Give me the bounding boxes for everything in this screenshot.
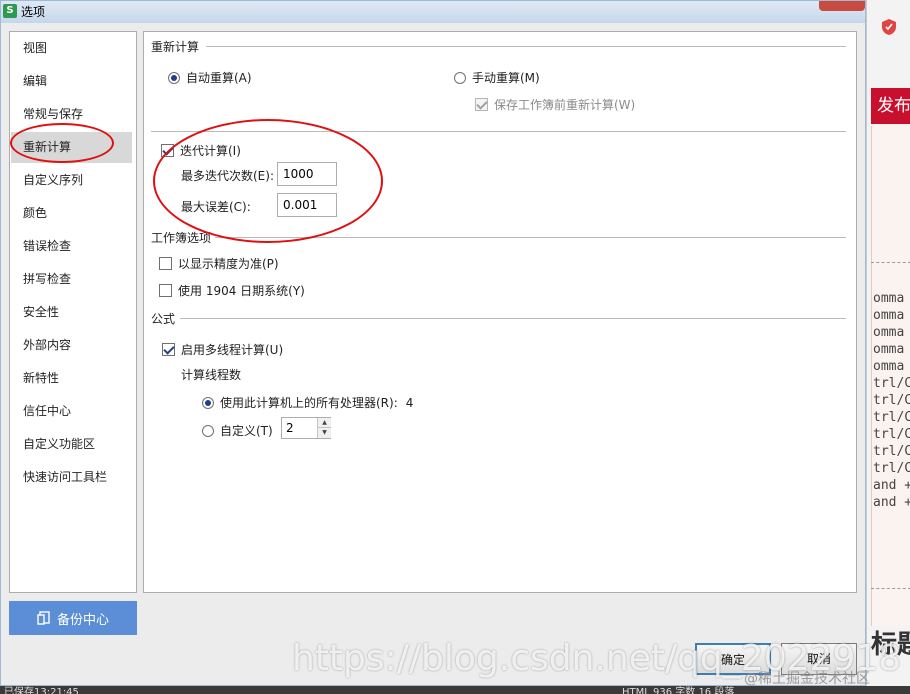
cancel-button[interactable]: 取消 (781, 643, 857, 675)
spin-up-icon[interactable]: ▲ (317, 418, 331, 428)
code-line: omma (873, 325, 905, 340)
backup-icon (37, 611, 50, 625)
options-sidebar: 视图 编辑 常规与保存 重新计算 自定义序列 颜色 错误检查 拼写检查 安全性 … (9, 31, 137, 593)
precision-as-displayed-checkbox[interactable] (159, 257, 172, 270)
backup-center-label: 备份中心 (56, 612, 109, 628)
sidebar-item-error-check[interactable]: 错误检查 (11, 231, 132, 262)
divider (206, 46, 846, 47)
publish-button[interactable]: 发布 (871, 88, 910, 124)
dialog-title: 选项 (21, 5, 46, 19)
precision-as-displayed-label: 以显示精度为准(P) (178, 257, 279, 271)
sidebar-item-spell-check[interactable]: 拼写检查 (11, 264, 132, 295)
divider (871, 262, 910, 263)
sidebar-item-security[interactable]: 安全性 (11, 297, 132, 328)
save-before-recalc-checkbox (475, 98, 488, 111)
code-lines: omma omma omma omma omma trl/Co trl/Co t… (873, 290, 910, 511)
app-logo: S (3, 4, 17, 18)
word-count: HTML 936 字数 16 段落 (622, 687, 735, 694)
manual-recalc-option[interactable]: 手动重算(M) (454, 69, 540, 86)
sidebar-item-edit[interactable]: 编辑 (11, 66, 132, 97)
code-line: omma (873, 359, 905, 374)
divider (214, 237, 846, 238)
date-1904-label: 使用 1904 日期系统(Y) (178, 284, 305, 298)
max-change-input[interactable] (277, 193, 337, 217)
processor-count: 4 (405, 395, 414, 410)
custom-threads-input[interactable] (282, 418, 316, 438)
spin-down-icon[interactable]: ▼ (317, 428, 331, 438)
code-line: omma (873, 308, 905, 323)
divider (180, 318, 846, 319)
background-app: 发布 omma omma omma omma omma trl/Co trl/C… (866, 0, 910, 694)
save-status: 已保存13:21:45 (4, 687, 79, 694)
workbook-section-title: 工作簿选项 (151, 229, 216, 246)
code-line: and + (873, 495, 910, 510)
manual-recalc-radio[interactable] (454, 71, 466, 84)
sidebar-item-new-features[interactable]: 新特性 (11, 363, 132, 394)
sidebar-item-general[interactable]: 常规与保存 (11, 99, 132, 130)
shield-icon (882, 19, 896, 35)
custom-threads-radio[interactable] (202, 424, 214, 437)
iterative-calc-checkbox[interactable] (161, 144, 174, 157)
sidebar-item-trust-center[interactable]: 信任中心 (11, 396, 132, 427)
custom-threads-label: 自定义(T) (220, 424, 273, 438)
close-button[interactable] (819, 1, 865, 11)
auto-recalc-option[interactable]: 自动重算(A) (168, 69, 252, 86)
date-1904-option[interactable]: 使用 1904 日期系统(Y) (159, 282, 305, 299)
divider (151, 131, 846, 132)
sidebar-item-custom-lists[interactable]: 自定义序列 (11, 165, 132, 196)
sidebar-item-color[interactable]: 颜色 (11, 198, 132, 229)
custom-threads-option[interactable]: 自定义(T) (202, 422, 273, 439)
status-bar: 已保存13:21:45 HTML 936 字数 16 段落 (0, 686, 910, 694)
code-line: trl/Co (873, 461, 910, 476)
iterative-calc-option[interactable]: 迭代计算(I) (161, 142, 241, 159)
code-line: omma (873, 291, 905, 306)
multithread-label: 启用多线程计算(U) (181, 343, 284, 357)
auto-recalc-radio[interactable] (168, 71, 180, 84)
backup-center-button[interactable]: 备份中心 (9, 601, 137, 635)
formula-section-title: 公式 (151, 310, 180, 327)
thread-count-label: 计算线程数 (181, 368, 242, 382)
code-line: trl/Co (873, 376, 910, 391)
options-content: 重新计算 自动重算(A) 手动重算(M) 保存工作簿前重新计算(W) 迭代计算(… (143, 31, 857, 593)
sidebar-item-recalc[interactable]: 重新计算 (11, 132, 132, 163)
code-line: and + (873, 478, 910, 493)
precision-as-displayed-option[interactable]: 以显示精度为准(P) (159, 255, 279, 272)
use-all-processors-label: 使用此计算机上的所有处理器(R): (220, 396, 398, 410)
save-before-recalc-option: 保存工作簿前重新计算(W) (475, 96, 635, 113)
custom-threads-stepper[interactable]: ▲ ▼ (281, 417, 331, 439)
ok-button[interactable]: 确定 (695, 643, 771, 675)
iterative-calc-label: 迭代计算(I) (180, 144, 241, 158)
max-change-label: 最大误差(C): (181, 200, 251, 214)
sidebar-item-external[interactable]: 外部内容 (11, 330, 132, 361)
code-line: omma (873, 342, 905, 357)
recalc-section-title: 重新计算 (151, 38, 204, 55)
multithread-checkbox[interactable] (162, 343, 175, 356)
options-dialog: S 选项 视图 编辑 常规与保存 重新计算 自定义序列 颜色 错误检查 拼写检查… (0, 0, 866, 686)
code-line: trl/Co (873, 427, 910, 442)
divider (871, 588, 910, 589)
code-line: trl/Co (873, 444, 910, 459)
use-all-processors-option[interactable]: 使用此计算机上的所有处理器(R): 4 (202, 394, 413, 411)
max-iterations-input[interactable] (277, 162, 337, 186)
article-heading: 标题 (871, 630, 910, 660)
save-before-recalc-label: 保存工作簿前重新计算(W) (494, 98, 636, 112)
code-line: trl/Co (873, 410, 910, 425)
sidebar-item-quick-access[interactable]: 快速访问工具栏 (11, 462, 132, 493)
max-iterations-label: 最多迭代次数(E): (181, 169, 274, 183)
manual-recalc-label: 手动重算(M) (472, 71, 540, 85)
date-1904-checkbox[interactable] (159, 284, 172, 297)
auto-recalc-label: 自动重算(A) (186, 71, 252, 85)
code-line: trl/Co (873, 393, 910, 408)
multithread-option[interactable]: 启用多线程计算(U) (162, 341, 283, 358)
use-all-processors-radio[interactable] (202, 396, 214, 409)
sidebar-item-ribbon[interactable]: 自定义功能区 (11, 429, 132, 460)
sidebar-item-view[interactable]: 视图 (11, 33, 132, 64)
title-bar[interactable]: S 选项 (1, 1, 865, 23)
